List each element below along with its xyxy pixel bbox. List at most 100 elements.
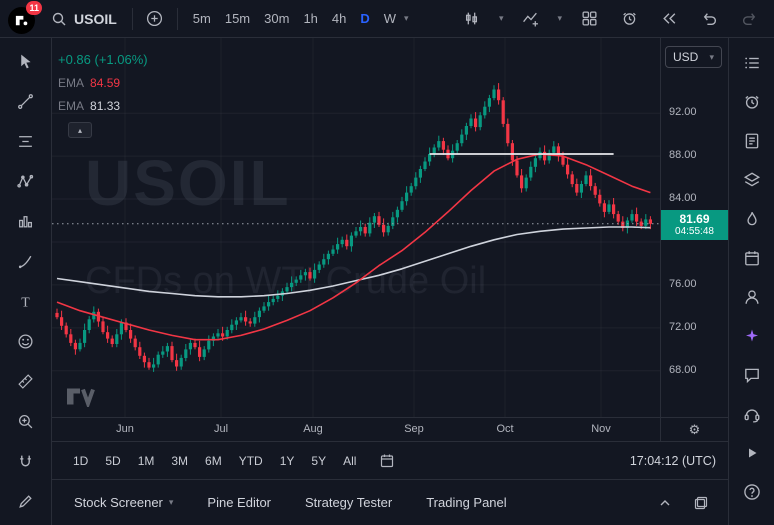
object-tree-button[interactable]: [739, 167, 765, 193]
candlestick-style-icon: [463, 10, 480, 27]
last-price-value: 81.69: [661, 212, 728, 226]
bottom-panel-tabs: Stock Screener ▾ Pine Editor Strategy Te…: [52, 479, 728, 525]
text-tool-icon: T: [17, 293, 34, 310]
panel-controls: [652, 490, 714, 516]
headset-icon: [743, 405, 761, 423]
symbol-search-button[interactable]: USOIL: [45, 7, 123, 31]
range-all-button[interactable]: All: [336, 451, 363, 471]
pattern-tool-button[interactable]: [11, 166, 41, 196]
top-toolbar: 11 USOIL 5m 15m 30m 1h 4h D W ▾ ▾: [0, 0, 774, 38]
panel-collapse-button[interactable]: [652, 490, 678, 516]
chart-style-button[interactable]: [459, 6, 485, 32]
time-axis[interactable]: JunJulAugSepOctNov ⚙: [52, 417, 728, 441]
time-axis-label: Nov: [586, 423, 616, 435]
undo-icon: [701, 10, 718, 27]
economic-calendar-icon: [743, 249, 761, 267]
chart-style-caret-icon[interactable]: ▾: [499, 13, 504, 24]
support-button[interactable]: [739, 401, 765, 427]
last-price-badge[interactable]: 81.69 04:55:48: [661, 210, 728, 240]
interval-1w[interactable]: W: [378, 7, 402, 30]
ai-assistant-button[interactable]: [739, 323, 765, 349]
plus-circle-icon: [146, 10, 163, 27]
magnet-tool-button[interactable]: [11, 446, 41, 476]
interval-4h[interactable]: 4h: [326, 7, 352, 30]
flame-icon: [743, 210, 761, 228]
chat-button[interactable]: [739, 362, 765, 388]
time-axis-label: Sep: [399, 423, 429, 435]
ema-slow-legend[interactable]: EMA 81.33: [58, 94, 148, 117]
emoji-icon: [17, 333, 34, 350]
range-6m-button[interactable]: 6M: [198, 451, 229, 471]
zoom-tool-button[interactable]: [11, 406, 41, 436]
cursor-tool-button[interactable]: [11, 46, 41, 76]
range-5y-button[interactable]: 5Y: [304, 451, 333, 471]
go-to-date-button[interactable]: [374, 448, 400, 474]
interval-1h[interactable]: 1h: [297, 7, 323, 30]
alerts-panel-button[interactable]: [739, 89, 765, 115]
range-1m-button[interactable]: 1M: [131, 451, 162, 471]
interval-5m[interactable]: 5m: [187, 7, 217, 30]
range-1d-button[interactable]: 1D: [66, 451, 95, 471]
ema-fast-legend[interactable]: EMA 84.59: [58, 71, 148, 94]
chart-column: USOIL CFDs on WTI Crude Oil +0.86 (+1.06…: [52, 38, 728, 525]
replay-button[interactable]: [656, 6, 682, 32]
currency-selector[interactable]: USD ▾: [665, 46, 722, 68]
range-5d-button[interactable]: 5D: [98, 451, 127, 471]
redo-button[interactable]: [736, 6, 762, 32]
calendar-button[interactable]: [739, 245, 765, 271]
utc-clock[interactable]: 17:04:12 (UTC): [630, 454, 716, 468]
undo-button[interactable]: [696, 6, 722, 32]
legend-collapse-button[interactable]: ▴: [68, 122, 92, 138]
fib-retracement-icon: [17, 133, 34, 150]
layout-grid-button[interactable]: [576, 6, 602, 32]
tab-pine-editor[interactable]: Pine Editor: [207, 495, 271, 510]
interval-1d[interactable]: D: [354, 7, 375, 30]
price-axis[interactable]: USD ▾ 92.0088.0084.0076.0072.0068.00 81.…: [660, 38, 728, 417]
time-axis-label: Jul: [206, 423, 236, 435]
search-icon: [51, 11, 67, 27]
interval-menu-caret-icon[interactable]: ▾: [404, 13, 409, 24]
interval-15m[interactable]: 15m: [219, 7, 256, 30]
interval-30m[interactable]: 30m: [258, 7, 295, 30]
tab-strategy-tester[interactable]: Strategy Tester: [305, 495, 392, 510]
panel-maximize-button[interactable]: [688, 490, 714, 516]
fib-retracement-tool-button[interactable]: [11, 126, 41, 156]
price-axis-label: 76.00: [669, 278, 697, 290]
range-ytd-button[interactable]: YTD: [232, 451, 270, 471]
pencil-icon: [17, 493, 34, 510]
text-tool-button[interactable]: T: [11, 286, 41, 316]
compare-add-button[interactable]: [142, 6, 168, 32]
news-button[interactable]: [739, 128, 765, 154]
play-icon: [744, 445, 760, 461]
currency-caret-icon: ▾: [709, 52, 714, 63]
logo-menu-button[interactable]: 11: [8, 5, 36, 33]
alert-button[interactable]: [616, 6, 642, 32]
prediction-tool-button[interactable]: [11, 206, 41, 236]
zoom-in-icon: [17, 413, 34, 430]
ruler-icon: [17, 373, 34, 390]
help-button[interactable]: [739, 479, 765, 505]
indicators-caret-icon[interactable]: ▾: [557, 13, 562, 24]
edit-tool-button[interactable]: [11, 486, 41, 516]
shows-button[interactable]: [739, 440, 765, 466]
layers-icon: [743, 171, 761, 189]
price-axis-label: 84.00: [669, 192, 697, 204]
range-3m-button[interactable]: 3M: [164, 451, 195, 471]
axis-settings-button[interactable]: ⚙: [660, 418, 728, 441]
drawing-toolbar: T: [0, 38, 52, 525]
ideas-button[interactable]: [739, 284, 765, 310]
notification-badge: 11: [26, 1, 42, 15]
brush-tool-button[interactable]: [11, 246, 41, 276]
tab-trading-panel[interactable]: Trading Panel: [426, 495, 506, 510]
hotlists-button[interactable]: [739, 206, 765, 232]
indicators-button[interactable]: [517, 6, 543, 32]
price-axis-label: 68.00: [669, 364, 697, 376]
tab-stock-screener[interactable]: Stock Screener ▾: [74, 495, 173, 510]
chart-area[interactable]: USOIL CFDs on WTI Crude Oil +0.86 (+1.06…: [52, 38, 728, 417]
prediction-bars-icon: [17, 213, 34, 230]
emoji-tool-button[interactable]: [11, 326, 41, 356]
watchlist-button[interactable]: [739, 50, 765, 76]
trend-line-tool-button[interactable]: [11, 86, 41, 116]
range-1y-button[interactable]: 1Y: [273, 451, 302, 471]
measure-tool-button[interactable]: [11, 366, 41, 396]
